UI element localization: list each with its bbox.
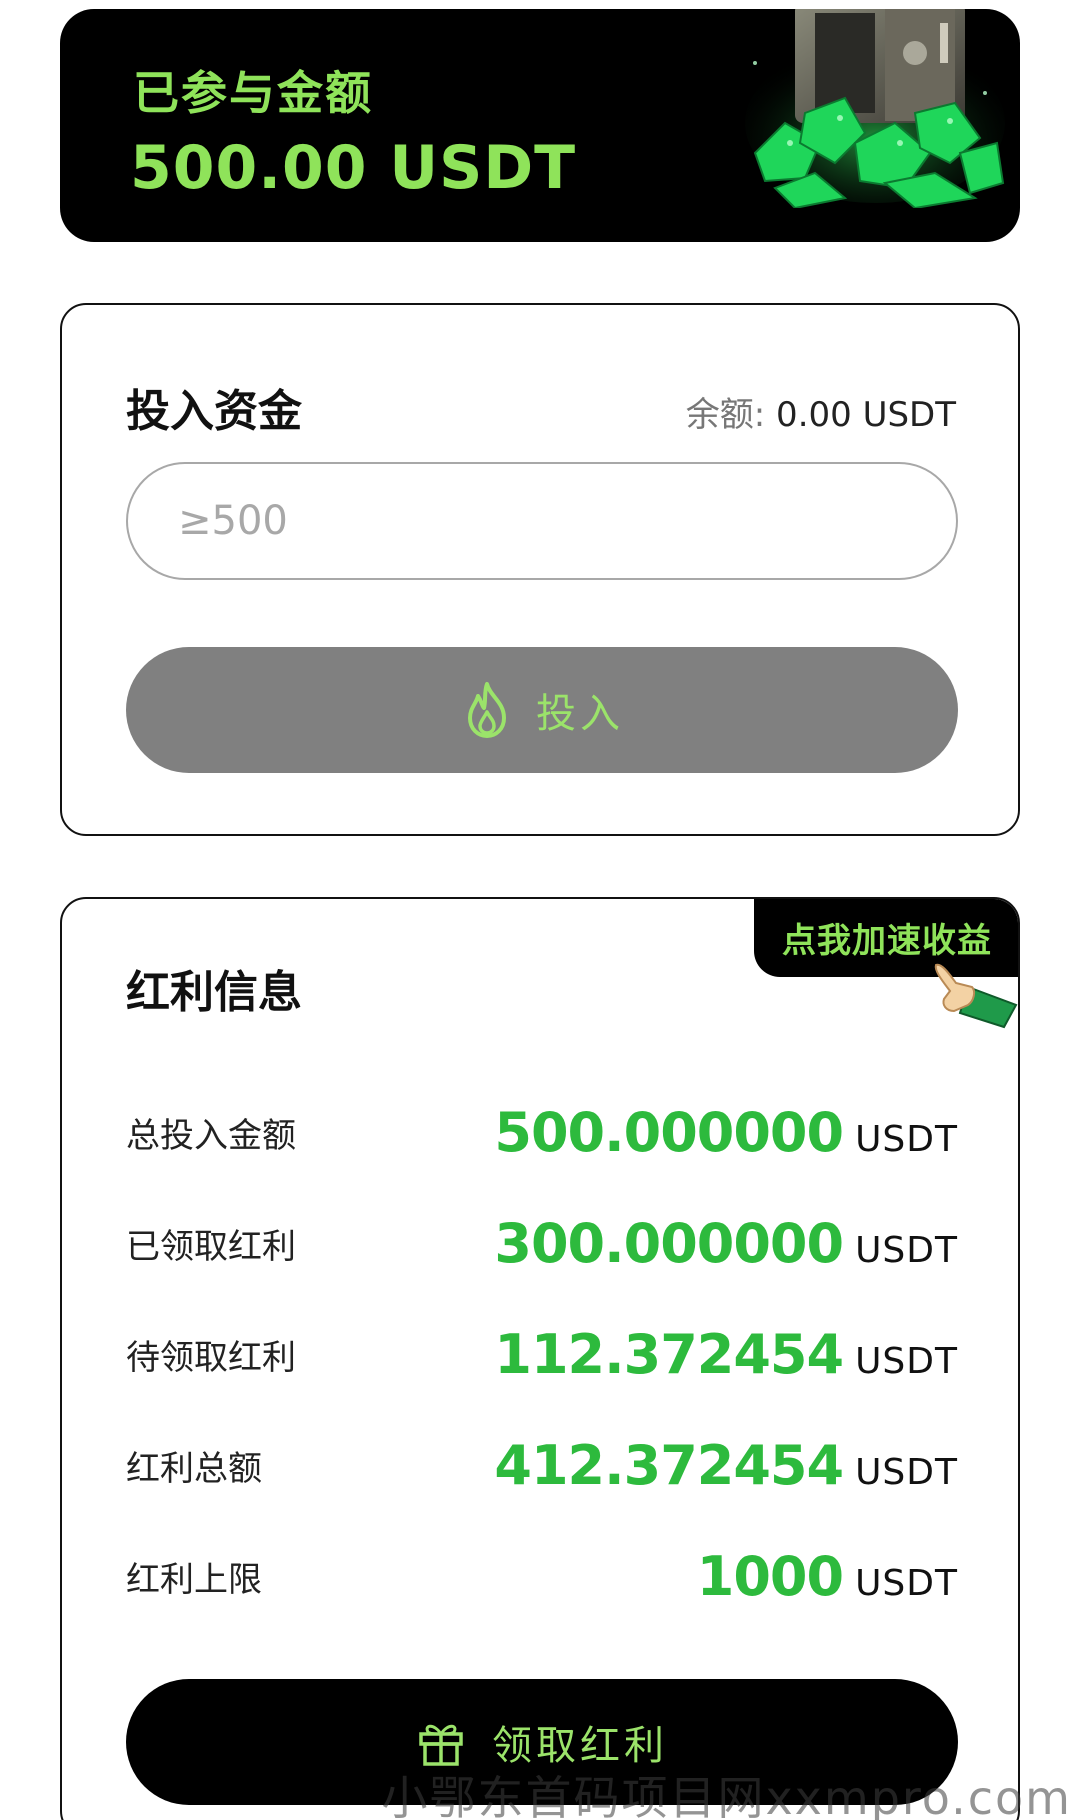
bonus-row-label: 已领取红利 xyxy=(126,1226,296,1267)
bonus-row-unit: USDT xyxy=(855,1562,958,1604)
bonus-row: 待领取红利 112.372454 USDT xyxy=(126,1309,958,1399)
fire-icon xyxy=(468,682,506,738)
bonus-row-value: 500.000000 USDT xyxy=(494,1101,958,1164)
balance-label: 余额: xyxy=(685,395,766,435)
speed-up-earnings-label: 点我加速收益 xyxy=(782,920,992,961)
bonus-row-number: 112.372454 xyxy=(494,1322,844,1386)
bonus-row-label: 待领取红利 xyxy=(126,1337,296,1378)
bonus-row-number: 412.372454 xyxy=(494,1433,844,1497)
bonus-row: 总投入金额 500.000000 USDT xyxy=(126,1087,958,1177)
gift-icon xyxy=(419,1724,463,1766)
invest-card: 投入资金 余额: 0.00 USDT 投入 xyxy=(60,303,1020,836)
bonus-info-card: 点我加速收益 红利信息 总投入金额 500.000000 USDT 已领取红利 … xyxy=(60,897,1020,1820)
participated-amount-value: 500.00 USDT xyxy=(130,133,577,203)
bonus-row-value: 412.372454 USDT xyxy=(494,1434,958,1497)
bonus-row-label: 红利上限 xyxy=(126,1559,262,1600)
bonus-row-number: 300.000000 xyxy=(494,1211,844,1275)
bonus-row-label: 总投入金额 xyxy=(126,1115,296,1156)
participated-amount-banner: 已参与金额 500.00 USDT xyxy=(60,9,1020,242)
bonus-row: 红利总额 412.372454 USDT xyxy=(126,1420,958,1510)
safe-with-gems-illustration xyxy=(745,9,1005,208)
bonus-row: 红利上限 1000 USDT xyxy=(126,1531,958,1621)
bonus-row-value: 300.000000 USDT xyxy=(494,1212,958,1275)
site-watermark: 小鄂东首码项目网xxmpro.com xyxy=(381,1771,1072,1820)
invest-amount-input[interactable] xyxy=(126,462,958,580)
bonus-row-number: 500.000000 xyxy=(494,1100,844,1164)
bonus-row: 已领取红利 300.000000 USDT xyxy=(126,1198,958,1288)
balance-value: 0.00 USDT xyxy=(765,395,956,435)
bonus-row-unit: USDT xyxy=(855,1451,958,1493)
bonus-row-unit: USDT xyxy=(855,1340,958,1382)
bonus-row-value: 112.372454 USDT xyxy=(494,1323,958,1386)
bonus-row-number: 1000 xyxy=(696,1544,844,1608)
pointing-hand-icon xyxy=(934,963,1018,1029)
bonus-row-unit: USDT xyxy=(855,1229,958,1271)
bonus-row-label: 红利总额 xyxy=(126,1448,262,1489)
invest-title: 投入资金 xyxy=(126,386,302,437)
bonus-row-value: 1000 USDT xyxy=(697,1545,958,1608)
invest-button-label: 投入 xyxy=(536,692,624,736)
bonus-info-title: 红利信息 xyxy=(126,967,302,1018)
bonus-row-unit: USDT xyxy=(855,1118,958,1160)
invest-button[interactable]: 投入 xyxy=(126,647,958,773)
participated-amount-label: 已参与金额 xyxy=(133,66,373,120)
page: 已参与金额 500.00 USDT 投入资金 余额: 0.00 USDT ≥50… xyxy=(0,0,1080,1820)
balance-display: 余额: 0.00 USDT xyxy=(686,387,956,436)
